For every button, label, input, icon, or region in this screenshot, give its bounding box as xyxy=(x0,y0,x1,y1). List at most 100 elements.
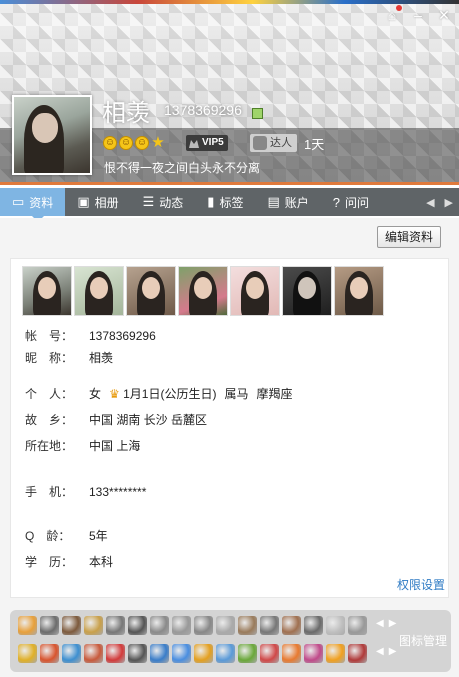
service-app-icon[interactable] xyxy=(40,616,59,635)
tab-scroll-arrows: ◀ ▶ xyxy=(420,188,459,216)
service-app-icon[interactable] xyxy=(128,616,147,635)
sun-level-icon: ☺ xyxy=(119,136,133,150)
wallet-icon: ▤ xyxy=(267,194,280,209)
profile-tabbar: ▭ 资料 ▣ 相册 ☰ 动态 ▮ 标签 ▤ 账户 ? 问问 ◀ ▶ xyxy=(0,188,459,216)
field-hometown: 故 乡： 中国 湖南 长沙 岳麓区 xyxy=(25,413,208,427)
profile-nickname: 相羡 xyxy=(102,100,150,127)
home-icon[interactable]: ⌂ xyxy=(385,5,402,22)
edit-profile-button[interactable]: 编辑资料 xyxy=(376,226,441,248)
permission-settings-link[interactable]: 权限设置 xyxy=(397,576,445,593)
field-account: 帐 号： 1378369296 xyxy=(25,328,156,344)
icon-row-nav: ◀ ▶ xyxy=(376,618,396,629)
profile-card-icon: ▭ xyxy=(12,194,25,209)
service-app-icon[interactable] xyxy=(40,644,59,663)
service-app-icon[interactable] xyxy=(172,644,191,663)
service-app-icon[interactable] xyxy=(238,616,257,635)
service-app-icon[interactable] xyxy=(304,644,323,663)
service-app-icon[interactable] xyxy=(282,644,301,663)
scroll-right-icon[interactable]: ▶ xyxy=(445,196,453,209)
top-color-strip xyxy=(0,0,459,4)
content-toolbar: 编辑资料 xyxy=(0,218,459,254)
photo-thumbnail[interactable] xyxy=(230,266,280,316)
field-location: 所在地： 中国 上海 xyxy=(25,439,141,453)
service-app-icon[interactable] xyxy=(194,644,213,663)
crown-icon: ♛ xyxy=(109,387,120,401)
star-level-icon: ★ xyxy=(151,134,165,151)
service-app-icon[interactable] xyxy=(216,616,235,635)
service-app-icon[interactable] xyxy=(216,644,235,663)
avatar[interactable] xyxy=(12,95,92,175)
service-app-icon[interactable] xyxy=(326,616,345,635)
service-app-icon[interactable] xyxy=(62,616,81,635)
service-app-icon[interactable] xyxy=(304,616,323,635)
close-icon[interactable]: ✕ xyxy=(437,8,451,22)
service-app-icon[interactable] xyxy=(18,616,37,635)
tab-feed[interactable]: ☰ 动态 xyxy=(131,188,196,216)
qq-status-icon[interactable] xyxy=(252,108,263,119)
notification-dot xyxy=(396,5,402,11)
service-app-icon[interactable] xyxy=(84,644,103,663)
field-qage: Q 龄： 5年 xyxy=(25,529,108,543)
prev-icon[interactable]: ◀ xyxy=(376,618,384,629)
service-app-icon[interactable] xyxy=(260,644,279,663)
next-icon[interactable]: ▶ xyxy=(389,646,397,657)
field-personal: 个 人： 女 ♛ 1月1日(公历生日) 属马 摩羯座 xyxy=(25,387,293,401)
birthday-value: 1月1日(公历生日) xyxy=(123,387,217,401)
service-app-icon[interactable] xyxy=(106,644,125,663)
constellation-value: 摩羯座 xyxy=(256,387,293,401)
profile-content: 编辑资料 帐 号： 1378369296 昵 称： 相羡 个 人： 女 ♛ 1月… xyxy=(0,218,459,677)
daren-badge[interactable]: 达人 xyxy=(250,134,297,152)
minimize-icon[interactable]: – xyxy=(411,8,425,22)
tab-album[interactable]: ▣ 相册 xyxy=(65,188,130,216)
service-app-icon[interactable] xyxy=(172,616,191,635)
personal-signature[interactable]: 恨不得一夜之间白头永不分离 xyxy=(104,159,260,176)
service-app-icon[interactable] xyxy=(282,616,301,635)
gender-value: 女 xyxy=(89,387,102,401)
level-badges[interactable]: ☺ ☺ ☺ ★ xyxy=(103,134,165,151)
service-icon-bar: ◀ ▶ ◀ ▶ 图标管理 xyxy=(10,610,451,672)
prev-icon[interactable]: ◀ xyxy=(376,646,384,657)
photo-thumbnail[interactable] xyxy=(178,266,228,316)
photo-thumbnail[interactable] xyxy=(74,266,124,316)
photo-wall xyxy=(22,266,384,316)
service-app-icon[interactable] xyxy=(260,616,279,635)
field-education: 学 历： 本科 xyxy=(25,555,114,569)
service-icon-row xyxy=(18,616,367,635)
service-app-icon[interactable] xyxy=(62,644,81,663)
service-icon-row xyxy=(18,644,367,663)
vip-badge[interactable]: VIP5 xyxy=(186,135,228,151)
photo-thumbnail[interactable] xyxy=(282,266,332,316)
photo-thumbnail[interactable] xyxy=(22,266,72,316)
service-app-icon[interactable] xyxy=(238,644,257,663)
service-app-icon[interactable] xyxy=(348,644,367,663)
tab-account[interactable]: ▤ 账户 xyxy=(255,188,320,216)
service-app-icon[interactable] xyxy=(348,616,367,635)
icon-management-button[interactable]: 图标管理 xyxy=(399,632,447,649)
zodiac-value: 属马 xyxy=(224,387,249,401)
daren-days: 1天 xyxy=(304,137,325,152)
profile-header: ⌂ – ✕ 相羡 1378369296 ☺ ☺ ☺ ★ VIP5 达人 1天 恨… xyxy=(0,0,459,185)
next-icon[interactable]: ▶ xyxy=(389,618,397,629)
service-app-icon[interactable] xyxy=(106,616,125,635)
service-app-icon[interactable] xyxy=(150,644,169,663)
feed-list-icon: ☰ xyxy=(142,194,155,209)
photo-album-icon: ▣ xyxy=(77,194,90,209)
service-app-icon[interactable] xyxy=(18,644,37,663)
service-app-icon[interactable] xyxy=(128,644,147,663)
sun-level-icon: ☺ xyxy=(103,136,117,150)
photo-thumbnail[interactable] xyxy=(334,266,384,316)
profile-info-panel: 帐 号： 1378369296 昵 称： 相羡 个 人： 女 ♛ 1月1日(公历… xyxy=(10,258,449,598)
service-app-icon[interactable] xyxy=(84,616,103,635)
tab-ask[interactable]: ? 问问 xyxy=(321,188,381,216)
service-app-icon[interactable] xyxy=(326,644,345,663)
sun-level-icon: ☺ xyxy=(135,136,149,150)
profile-qq-number: 1378369296 xyxy=(164,102,242,118)
scroll-left-icon[interactable]: ◀ xyxy=(426,196,434,209)
tab-tags[interactable]: ▮ 标签 xyxy=(195,188,255,216)
bookmark-icon: ▮ xyxy=(207,194,215,209)
service-app-icon[interactable] xyxy=(150,616,169,635)
tab-profile[interactable]: ▭ 资料 xyxy=(0,188,66,216)
window-controls: ⌂ – ✕ xyxy=(385,5,451,22)
service-app-icon[interactable] xyxy=(194,616,213,635)
photo-thumbnail[interactable] xyxy=(126,266,176,316)
